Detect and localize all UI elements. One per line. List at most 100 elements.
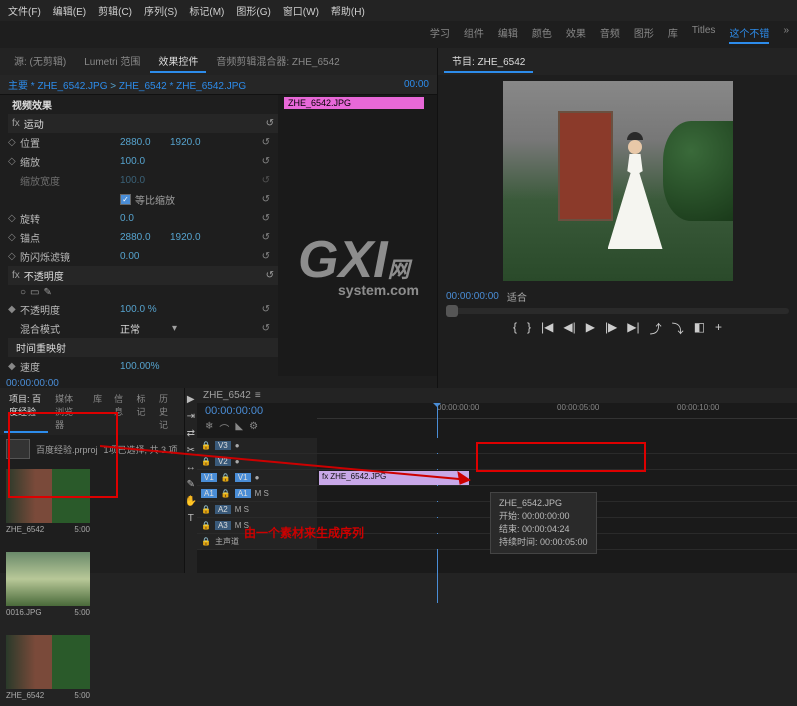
go-out-icon[interactable]: ▶|	[627, 320, 639, 337]
mask-circle-icon[interactable]: ○	[20, 287, 26, 298]
menu-graphics[interactable]: 图形(G)	[236, 3, 270, 18]
motion-reset-icon[interactable]: ↺	[266, 118, 274, 129]
ec-timeline-clip[interactable]: ZHE_6542.JPG	[284, 97, 424, 109]
mark-in-icon[interactable]: {	[513, 320, 517, 337]
mark-out-icon[interactable]: }	[527, 320, 531, 337]
program-tc[interactable]: 00:00:00:00	[446, 291, 499, 302]
tab-info[interactable]: 信息	[109, 390, 129, 433]
program-scrubber[interactable]	[446, 308, 789, 314]
tab-effect-controls[interactable]: 效果控件	[150, 50, 206, 73]
track-a3[interactable]: A3	[215, 521, 231, 530]
reset-icon[interactable]: ↺	[262, 251, 270, 262]
opacity-section[interactable]: 不透明度	[24, 268, 266, 283]
link-icon[interactable]: ⌒	[219, 421, 229, 436]
opacity-kf-icon[interactable]: ◆	[8, 304, 20, 315]
tab-audio-mixer[interactable]: 音频剪辑混合器: ZHE_6542	[208, 50, 347, 73]
menu-edit[interactable]: 编辑(E)	[53, 3, 86, 18]
blend-value[interactable]: 正常	[120, 321, 170, 336]
settings-icon[interactable]: ⚙	[249, 421, 258, 436]
anchor-x[interactable]: 2880.0	[120, 232, 170, 243]
ws-learn[interactable]: 学习	[430, 25, 450, 44]
reset-icon[interactable]: ↺	[262, 137, 270, 148]
menu-file[interactable]: 文件(F)	[8, 3, 41, 18]
rotation-value[interactable]: 0.0	[120, 213, 170, 224]
rotation-keyframe-icon[interactable]: ◇	[8, 213, 20, 224]
settings-icon[interactable]: +	[715, 320, 722, 337]
uniform-scale-checkbox[interactable]: ✓	[120, 194, 131, 205]
reset-icon[interactable]: ↺	[262, 323, 270, 334]
ws-libraries[interactable]: 库	[668, 25, 678, 44]
ws-audio[interactable]: 音频	[600, 25, 620, 44]
flicker-keyframe-icon[interactable]: ◇	[8, 251, 20, 262]
type-tool-icon[interactable]: T	[188, 513, 194, 524]
step-fwd-icon[interactable]: |▶	[605, 320, 617, 337]
menu-window[interactable]: 窗口(W)	[283, 3, 319, 18]
snap-icon[interactable]: ❄	[205, 421, 213, 436]
tab-project[interactable]: 项目: 百度经验	[4, 390, 48, 433]
marker-icon[interactable]: ◣	[235, 421, 243, 436]
ws-titles[interactable]: Titles	[692, 25, 716, 44]
track-ms[interactable]: M S	[235, 505, 249, 514]
tab-libraries[interactable]: 库	[88, 390, 107, 433]
tab-program[interactable]: 节目: ZHE_6542	[444, 50, 533, 73]
project-item[interactable]: ZHE_65425:00	[6, 635, 90, 700]
track-a1[interactable]: A1	[235, 489, 251, 498]
tab-source[interactable]: 源: (无剪辑)	[6, 50, 74, 73]
reset-icon[interactable]: ↺	[266, 270, 274, 281]
scale-value[interactable]: 100.0	[120, 156, 170, 167]
track-lock-icon[interactable]: 🔒	[201, 521, 211, 530]
reset-icon[interactable]: ↺	[262, 232, 270, 243]
mask-rect-icon[interactable]: ▭	[30, 287, 39, 298]
lift-icon[interactable]: ⤴	[650, 320, 662, 337]
speed-kf-icon[interactable]: ◆	[8, 361, 20, 372]
project-item[interactable]: ZHE_65425:00	[6, 469, 90, 534]
opacity-value[interactable]: 100.0 %	[120, 304, 170, 315]
ws-effects[interactable]: 效果	[566, 25, 586, 44]
reset-icon[interactable]: ↺	[262, 304, 270, 315]
menu-help[interactable]: 帮助(H)	[331, 3, 365, 18]
timeline-tc[interactable]: 00:00:00:00	[197, 403, 317, 419]
menu-marker[interactable]: 标记(M)	[189, 3, 224, 18]
ws-overflow-icon[interactable]: »	[783, 25, 789, 44]
speed-value[interactable]: 100.00%	[120, 361, 170, 372]
track-a2[interactable]: A2	[215, 505, 231, 514]
track-master[interactable]: 主声道	[215, 536, 239, 547]
flicker-value[interactable]: 0.00	[120, 251, 170, 262]
selection-tool-icon[interactable]: ▶	[187, 394, 195, 405]
position-x[interactable]: 2880.0	[120, 137, 170, 148]
track-lock-icon[interactable]: 🔒	[201, 505, 211, 514]
ws-color[interactable]: 颜色	[532, 25, 552, 44]
track-ms[interactable]: M S	[255, 489, 269, 498]
ws-graphics[interactable]: 图形	[634, 25, 654, 44]
tab-history[interactable]: 历史记	[154, 390, 180, 433]
program-fit[interactable]: 适合	[507, 289, 527, 304]
extract-icon[interactable]: ⤵	[672, 320, 684, 337]
position-keyframe-icon[interactable]: ◇	[8, 137, 20, 148]
program-preview[interactable]	[503, 81, 733, 281]
track-lock-icon[interactable]: 🔒	[221, 489, 231, 498]
motion-section[interactable]: 运动	[24, 116, 266, 131]
reset-icon[interactable]: ↺	[262, 175, 270, 186]
hand-tool-icon[interactable]: ✋	[185, 496, 197, 507]
timeline-name[interactable]: ZHE_6542	[203, 390, 251, 401]
project-item[interactable]: 0016.JPG5:00	[6, 552, 90, 617]
go-in-icon[interactable]: |◀	[541, 320, 553, 337]
anchor-keyframe-icon[interactable]: ◇	[8, 232, 20, 243]
reset-icon[interactable]: ↺	[262, 194, 270, 205]
motion-toggle[interactable]: fx	[12, 118, 20, 129]
tab-lumetri[interactable]: Lumetri 范围	[76, 50, 148, 73]
export-frame-icon[interactable]: ◧	[694, 320, 705, 337]
track-select-tool-icon[interactable]: ⇥	[187, 411, 195, 422]
opacity-toggle[interactable]: fx	[12, 270, 20, 281]
play-icon[interactable]: ▶	[586, 320, 595, 337]
reset-icon[interactable]: ↺	[262, 156, 270, 167]
tab-markers[interactable]: 标记	[132, 390, 152, 433]
track-lock-icon[interactable]: 🔒	[201, 537, 211, 546]
tab-media-browser[interactable]: 媒体浏览器	[50, 390, 86, 433]
remap-section[interactable]: 时间重映射	[16, 340, 274, 355]
step-back-icon[interactable]: ◀|	[563, 320, 575, 337]
ws-editing[interactable]: 编辑	[498, 25, 518, 44]
reset-icon[interactable]: ↺	[262, 213, 270, 224]
scale-keyframe-icon[interactable]: ◇	[8, 156, 20, 167]
position-y[interactable]: 1920.0	[170, 137, 220, 148]
